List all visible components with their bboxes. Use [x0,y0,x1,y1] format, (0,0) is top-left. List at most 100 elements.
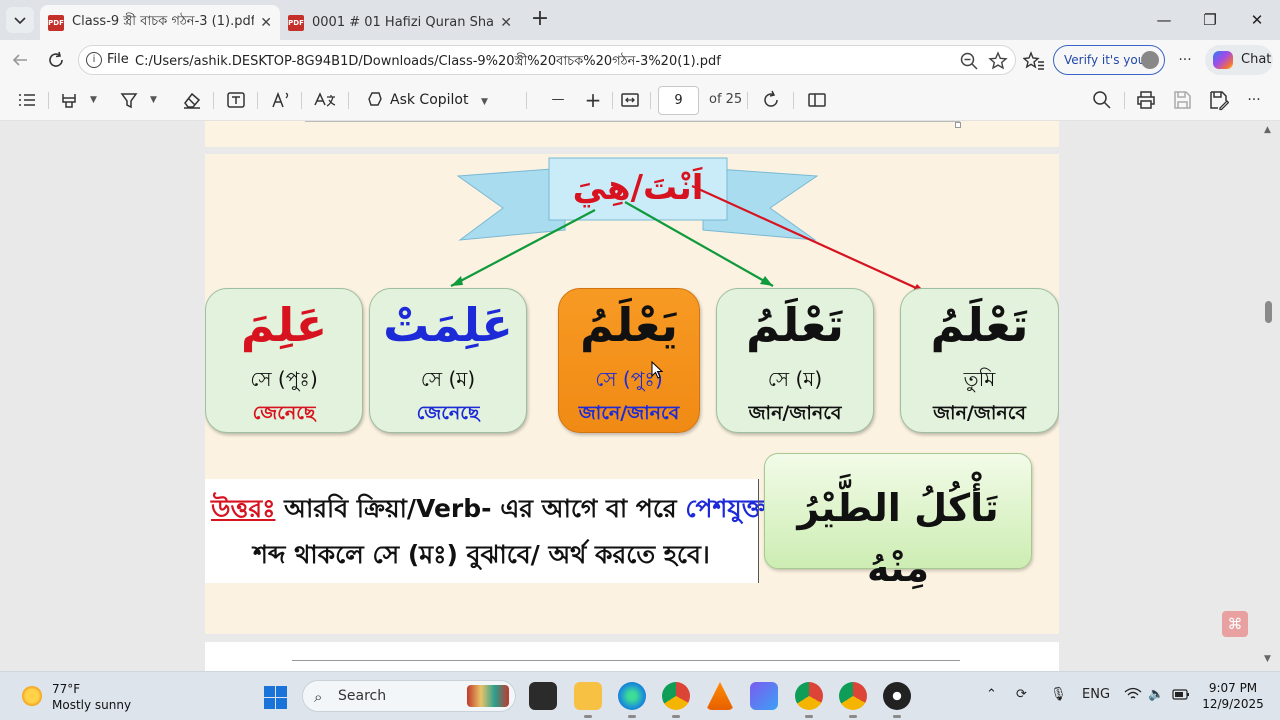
microphone-icon[interactable]: 🎙 [1050,687,1067,702]
info-icon[interactable]: i [86,52,102,68]
photos-icon[interactable] [750,682,778,710]
card-pronoun: তুমি [963,367,996,391]
translate-icon[interactable] [313,89,337,111]
search-icon: ⌕ [314,688,323,706]
scroll-up-icon[interactable]: ▲ [1264,125,1271,135]
pdf-document-view[interactable]: اَنْتَ/هِيَ عَلِمَ সে (পুঃ) জেনেছে عَلِم… [0,121,1280,671]
verb-card-alima: عَلِمَ সে (পুঃ) জেনেছে [205,288,363,433]
maximize-button[interactable]: ❐ [1198,8,1222,32]
edge-browser-icon[interactable] [618,682,646,718]
print-icon[interactable] [1135,89,1157,111]
sync-icon[interactable]: ⟳ [1016,687,1027,702]
weather-temperature: 77°F [52,682,81,696]
task-view-icon[interactable] [529,682,557,710]
chrome-profile-k-icon[interactable] [662,682,690,718]
zoom-icon[interactable] [959,51,979,71]
url-text[interactable]: C:/Users/ashik.DESKTOP-8G94B1D/Downloads… [135,52,721,73]
card-meaning: জান/জানবে [933,402,1026,424]
card-arabic: يَعْلَمُ [579,298,679,352]
verify-profile-button[interactable]: Verify it's you [1053,45,1165,75]
obs-studio-icon[interactable] [883,682,911,718]
battery-icon[interactable] [1172,687,1190,705]
find-search-icon[interactable] [1091,89,1113,111]
card-meaning: জান/জানবে [748,402,842,424]
file-explorer-icon[interactable] [574,682,602,718]
input-language[interactable]: ENG [1082,687,1110,702]
copilot-chat-button[interactable]: Chat [1205,45,1273,75]
tab-search-button[interactable] [6,7,34,33]
favorite-star-icon[interactable] [988,51,1008,71]
answer-highlight: পেশযুক্ত [685,494,766,523]
zoom-in-button[interactable]: + [583,89,603,111]
eraser-icon[interactable] [181,89,203,111]
read-aloud-icon[interactable] [270,89,292,111]
chrome-profile-photo-icon[interactable] [839,682,867,718]
resize-handle [955,122,961,128]
scroll-down-icon[interactable]: ▼ [1264,654,1271,664]
address-bar[interactable]: i File C:/Users/ashik.DESKTOP-8G94B1D/Do… [78,45,1016,75]
zoom-out-button[interactable]: — [548,89,568,111]
clock-date: 12/9/2025 [1202,697,1264,711]
example-arabic: تَأْكُلُ الطَّيْرُ مِنْهُ [797,486,999,590]
tab-hafizi-quran-pdf[interactable]: PDF 0001 # 01 Hafizi Quran Sharif With ✕ [280,5,520,40]
rotate-icon[interactable] [760,89,782,111]
window-close-button[interactable]: ✕ [1245,8,1269,32]
save-icon[interactable] [1171,89,1193,111]
chevron-down-icon[interactable]: ▼ [90,89,97,111]
draw-icon[interactable] [118,89,140,111]
search-highlight-image [467,685,509,707]
page-count-label: of 25 [709,92,743,107]
tab-close-icon[interactable]: ✕ [500,15,512,31]
page-number-input[interactable]: 9 [658,86,699,115]
tab-strip: PDF Class-9 স্ত্রী বাচক গঠন-3 (1).pdf ✕ … [0,0,1280,40]
scrollbar-thumb[interactable] [1265,301,1272,323]
chevron-down-icon [14,17,26,25]
vlc-icon[interactable] [706,682,734,710]
ask-copilot-button[interactable]: Ask Copilot ▼ [366,89,488,111]
answer-text-block: উত্তরঃ আরবি ক্রিয়া/Verb- এর আগে বা পরে … [205,479,766,583]
example-sentence-box: تَأْكُلُ الطَّيْرُ مِنْهُ [764,453,1032,590]
vertical-scrollbar[interactable]: ▲ ▼ [1260,121,1280,671]
start-button[interactable] [264,686,287,709]
system-clock[interactable]: 9:07 PM 12/9/2025 [1200,680,1266,712]
highlight-icon[interactable] [58,89,80,111]
toolbar-divider [612,92,613,109]
show-hidden-icons-chevron-icon[interactable]: ⌃ [986,687,997,702]
wifi-icon[interactable] [1124,687,1142,705]
minimize-button[interactable]: — [1152,8,1176,32]
copilot-icon [1213,51,1233,69]
page-view-icon[interactable] [806,89,828,111]
save-as-icon[interactable] [1207,89,1229,111]
fit-to-page-icon[interactable] [619,89,641,111]
page-rule [305,121,960,122]
toolbar-divider [1124,92,1125,109]
clock-time: 9:07 PM [1208,681,1258,695]
back-button[interactable] [8,48,32,72]
card-arabic: عَلِمَ [240,298,328,352]
ribbon-banner-text: اَنْتَ/هِيَ [572,168,704,208]
card-arabic: تَعْلَمُ [930,298,1029,352]
taskbar-search[interactable]: ⌕ Search [302,680,516,712]
pdf-more-options-button[interactable]: ··· [1242,89,1266,111]
tab-class9-pdf[interactable]: PDF Class-9 স্ত্রী বাচক গঠন-3 (1).pdf ✕ [40,5,280,40]
toolbar-divider [793,92,794,109]
card-meaning: জানে/জানবে [578,402,680,424]
favorites-icon[interactable] [1023,50,1045,72]
chrome-profile-h-icon[interactable] [795,682,823,718]
settings-more-button[interactable]: ··· [1173,48,1197,72]
file-scheme-label: File [107,52,129,67]
tab-close-icon[interactable]: ✕ [260,15,272,31]
next-page-fragment [205,642,1059,671]
verb-card-talamu-you: تَعْلَمُ তুমি জান/জানবে [900,288,1059,433]
text-box-icon[interactable] [225,89,247,111]
toolbar-divider [213,92,214,109]
pdf-page-slide: اَنْتَ/هِيَ عَلِمَ সে (পুঃ) জেনেছে عَلِم… [205,154,1059,634]
refresh-button[interactable] [44,48,68,72]
table-of-contents-icon[interactable] [16,89,38,111]
volume-icon[interactable]: 🔈 [1148,687,1164,702]
new-tab-button[interactable]: + [528,8,552,32]
card-meaning: জেনেছে [416,402,480,424]
toolbar-divider [747,92,748,109]
acrobat-icon[interactable]: ⌘ [1222,611,1248,637]
chevron-down-icon[interactable]: ▼ [150,89,157,111]
